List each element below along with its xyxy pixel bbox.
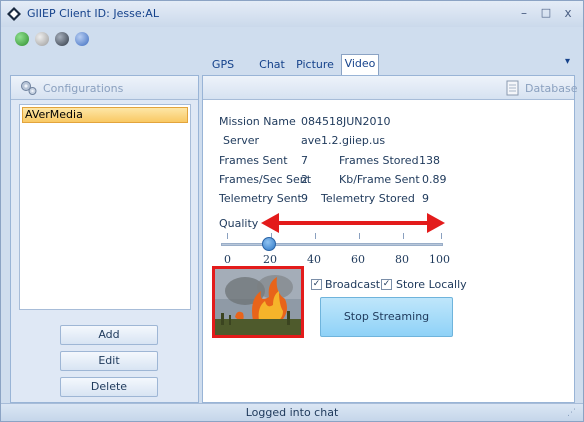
quality-slider-track[interactable] [221, 243, 443, 246]
broadcast-label: Broadcast [325, 278, 381, 291]
window-title: GIIEP Client ID: Jesse:AL [27, 7, 159, 20]
stop-streaming-button[interactable]: Stop Streaming [320, 297, 453, 337]
mission-name-value: 084518JUN2010 [301, 115, 391, 128]
slider-tick [227, 233, 228, 239]
quality-label: Quality [219, 217, 259, 230]
store-locally-checkbox[interactable]: ✓ [381, 279, 392, 290]
status-text: Logged into chat [245, 406, 339, 419]
database-link[interactable]: Database [525, 82, 578, 95]
tab-gps-status[interactable]: GPS Status [196, 56, 250, 89]
tick-label-40: 40 [307, 253, 321, 266]
maximize-button[interactable]: □ [537, 4, 555, 22]
minimize-button[interactable]: – [515, 4, 533, 22]
slider-tick [315, 233, 316, 239]
telemetry-sent-label: Telemetry Sent [219, 192, 302, 205]
gear-icon[interactable] [35, 32, 49, 46]
connect-icon[interactable] [15, 32, 29, 46]
configurations-title: Configurations [43, 82, 124, 95]
store-locally-label: Store Locally [396, 278, 467, 291]
help-icon[interactable] [75, 32, 89, 46]
slider-tick [403, 233, 404, 239]
fps-value: 2 [301, 173, 308, 186]
frames-sent-value: 7 [301, 154, 308, 167]
telemetry-stored-label: Telemetry Stored [321, 192, 415, 205]
telemetry-stored-value: 9 [422, 192, 429, 205]
tick-label-100: 100 [429, 253, 450, 266]
slider-tick [441, 233, 442, 239]
configurations-panel: Configurations AVerMedia Add Edit Delete [10, 75, 199, 403]
gears-icon [21, 81, 37, 95]
video-panel-header: Database [203, 76, 578, 100]
server-label: Server [223, 134, 260, 147]
tick-label-80: 80 [395, 253, 409, 266]
slider-tick [359, 233, 360, 239]
resize-grip-icon[interactable]: ⋰ [567, 408, 576, 418]
fps-label: Frames/Sec Sent [219, 173, 312, 186]
tab-video[interactable]: Video [341, 54, 379, 76]
kb-frame-value: 0.89 [422, 173, 447, 186]
configuration-list[interactable]: AVerMedia [19, 104, 191, 310]
configurations-header: Configurations [11, 76, 198, 100]
tab-chat[interactable]: Chat [257, 56, 287, 76]
broadcast-checkbox[interactable]: ✓ [311, 279, 322, 290]
delete-button[interactable]: Delete [60, 377, 158, 397]
add-button[interactable]: Add [60, 325, 158, 345]
video-preview-thumbnail [212, 266, 304, 338]
client-window: GIIEP Client ID: Jesse:AL – □ x GPS Stat… [0, 0, 584, 422]
tick-label-20: 20 [263, 253, 277, 266]
telemetry-sent-value: 9 [301, 192, 308, 205]
frames-stored-label: Frames Stored [339, 154, 419, 167]
annotation-double-arrow [261, 213, 445, 233]
edit-button[interactable]: Edit [60, 351, 158, 371]
quality-slider-thumb[interactable] [262, 237, 276, 251]
close-button[interactable]: x [559, 4, 577, 22]
title-bar[interactable]: GIIEP Client ID: Jesse:AL – □ x [1, 1, 583, 27]
app-diamond-icon [7, 7, 21, 21]
tick-label-0: 0 [224, 253, 231, 266]
server-value: ave1.2.giiep.us [301, 134, 386, 147]
frames-sent-label: Frames Sent [219, 154, 288, 167]
list-item-avermedia[interactable]: AVerMedia [22, 107, 188, 123]
fire-preview-image [215, 269, 301, 335]
mission-name-label: Mission Name [219, 115, 296, 128]
video-panel: Database Mission Name 084518JUN2010 Serv… [202, 75, 578, 403]
kb-frame-label: Kb/Frame Sent [339, 173, 420, 186]
tick-label-60: 60 [351, 253, 365, 266]
tab-picture[interactable]: Picture [295, 56, 335, 76]
frames-stored-value: 138 [419, 154, 440, 167]
globe-icon[interactable] [55, 32, 69, 46]
status-bar: Logged into chat ⋰ [1, 403, 583, 421]
database-icon[interactable] [505, 80, 521, 96]
tab-menu-chevron-icon[interactable]: ▾ [565, 56, 570, 67]
